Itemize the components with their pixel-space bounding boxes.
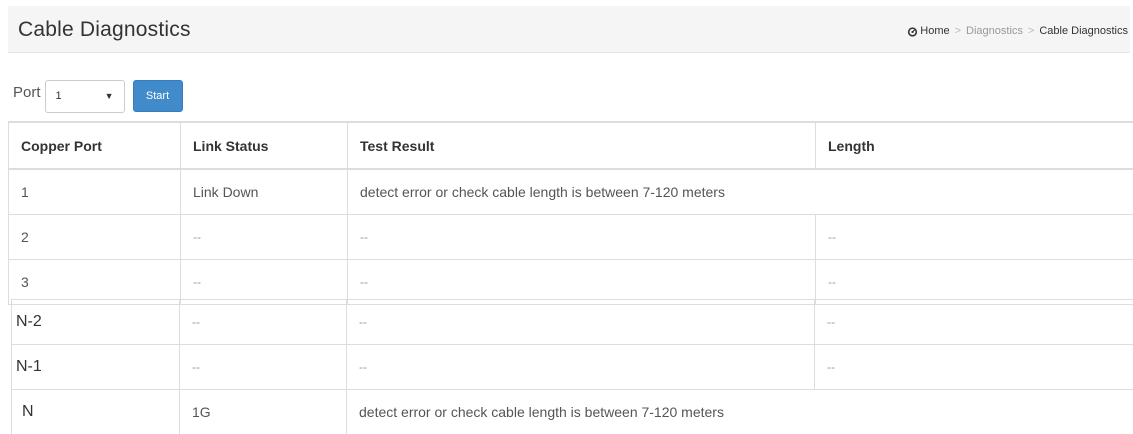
test-result-cell: -- — [348, 260, 816, 305]
length-cell — [816, 169, 1133, 215]
link-status-cell: -- — [181, 215, 348, 260]
page-header: Cable Diagnostics Home > Diagnostics > C… — [8, 6, 1130, 53]
copper-port-cell: N-2 — [12, 300, 180, 345]
test-result-cell: detect error or check cable length is be… — [347, 390, 815, 434]
link-status-cell: -- — [180, 300, 347, 345]
cable-diagnostics-table: Copper Port Link Status Test Result Leng… — [8, 121, 1133, 305]
link-status-cell: -- — [180, 345, 347, 390]
table-row: 1 Link Down detect error or check cable … — [9, 169, 1133, 215]
copper-port-cell: 1 — [9, 169, 181, 215]
cable-diagnostics-table-continued: N-2 -- -- -- N-1 -- -- -- N 1G detect er… — [11, 299, 1133, 434]
breadcrumb-diagnostics[interactable]: Diagnostics — [966, 25, 1023, 37]
copper-port-cell: 2 — [9, 215, 181, 260]
link-status-cell: Link Down — [181, 169, 348, 215]
column-header-length: Length — [816, 122, 1133, 169]
length-cell: -- — [815, 345, 1133, 390]
breadcrumb-separator: > — [1028, 25, 1034, 37]
column-header-link-status: Link Status — [181, 122, 348, 169]
dashboard-icon — [907, 26, 918, 37]
table-header-row: Copper Port Link Status Test Result Leng… — [9, 122, 1133, 169]
toolbar: Port 1 ▼ Start — [13, 79, 183, 113]
port-label: Port — [13, 84, 41, 101]
breadcrumb: Home > Diagnostics > Cable Diagnostics — [907, 25, 1128, 37]
page-title: Cable Diagnostics — [18, 18, 191, 42]
length-cell: -- — [815, 300, 1133, 345]
table-row: 2 -- -- -- — [9, 215, 1133, 260]
link-status-cell: 1G — [180, 390, 347, 434]
copper-port-cell: N-1 — [12, 345, 180, 390]
copper-port-cell: 3 — [9, 260, 181, 305]
test-result-cell: detect error or check cable length is be… — [348, 169, 816, 215]
length-cell: -- — [816, 260, 1133, 305]
start-button[interactable]: Start — [133, 80, 183, 112]
breadcrumb-current: Cable Diagnostics — [1039, 25, 1128, 37]
table-row: N 1G detect error or check cable length … — [12, 390, 1133, 434]
breadcrumb-separator: > — [955, 25, 961, 37]
table-row: 3 -- -- -- — [9, 260, 1133, 305]
column-header-copper-port: Copper Port — [9, 122, 181, 169]
breadcrumb-home-label: Home — [920, 25, 949, 37]
caret-down-icon: ▼ — [105, 91, 114, 101]
column-header-test-result: Test Result — [348, 122, 816, 169]
test-result-cell: -- — [347, 300, 815, 345]
table-row: N-1 -- -- -- — [12, 345, 1133, 390]
length-cell: -- — [816, 215, 1133, 260]
test-result-cell: -- — [347, 345, 815, 390]
port-select[interactable]: 1 ▼ — [45, 80, 125, 113]
port-select-value: 1 — [56, 90, 62, 102]
test-result-cell: -- — [348, 215, 816, 260]
link-status-cell: -- — [181, 260, 348, 305]
length-cell — [815, 390, 1133, 434]
breadcrumb-home[interactable]: Home — [907, 25, 949, 37]
table-row: N-2 -- -- -- — [12, 300, 1133, 345]
copper-port-cell: N — [12, 390, 180, 434]
